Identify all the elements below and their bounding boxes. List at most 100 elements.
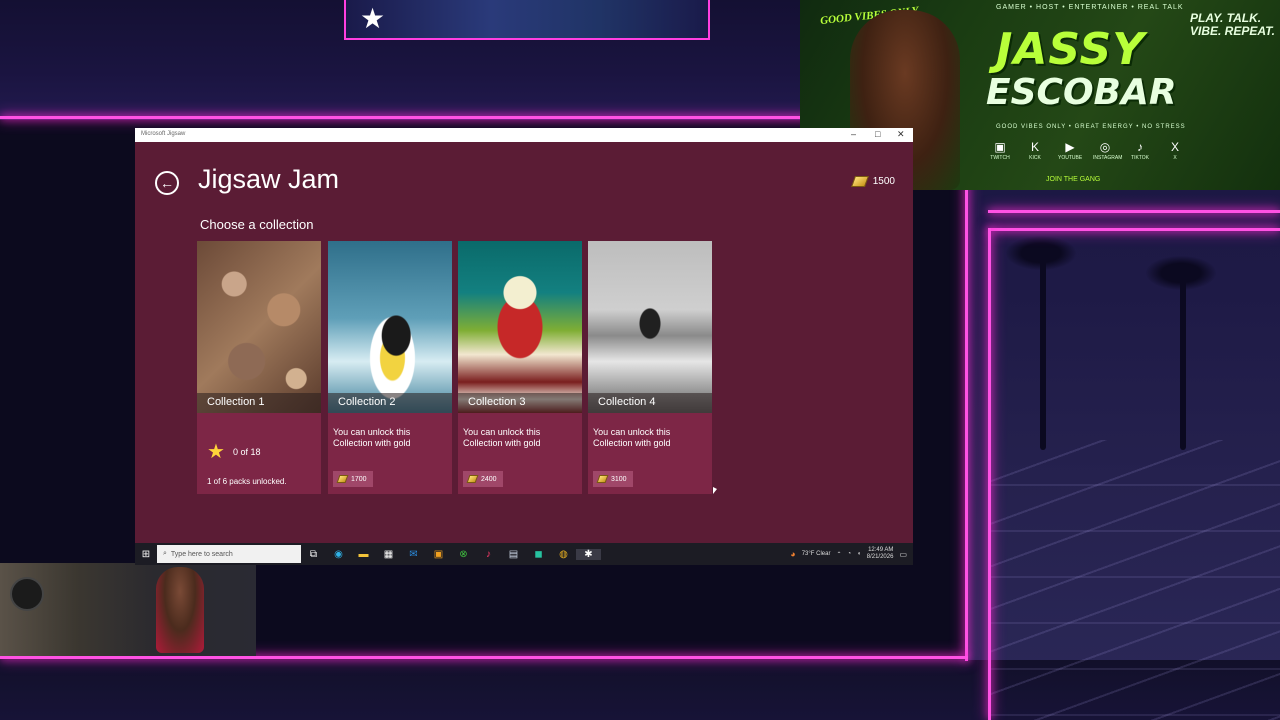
star-icon: ★ [207, 441, 225, 463]
page-subtitle: Choose a collection [200, 217, 314, 232]
collection-info: You can unlock this Collection with gold… [588, 413, 712, 494]
start-button[interactable]: ⊞ [135, 549, 157, 560]
edge-icon[interactable]: ◉ [326, 549, 351, 560]
maximize-button[interactable]: □ [875, 129, 880, 139]
collection-info: ★ 0 of 18 1 of 6 packs unlocked. [197, 413, 321, 494]
collection-card-1[interactable]: Collection 1 ★ 0 of 18 1 of 6 packs unlo… [197, 241, 321, 494]
taskbar: ⊞ ⌕ Type here to search ⧉ ◉ ▬ ▦ ✉ ▣ ⊗ ♪ … [135, 543, 913, 565]
time-text: 12:49 AM [868, 547, 894, 553]
unlock-text: You can unlock this Collection with gold [333, 427, 411, 448]
photos-icon[interactable]: ▤ [501, 549, 526, 560]
brand-band: GOOD VIBES ONLY • GREAT ENERGY • NO STRE… [996, 124, 1186, 130]
palm-tree-leaves [1006, 236, 1076, 270]
collection-card-3[interactable]: Collection 3 You can unlock this Collect… [458, 241, 582, 494]
unlock-price-button[interactable]: 3100 [593, 471, 633, 487]
collection-info: You can unlock this Collection with gold… [328, 413, 452, 494]
jigsaw-icon[interactable]: ✱ [576, 548, 601, 560]
brand-top-line: GAMER • HOST • ENTERTAINER • REAL TALK [996, 4, 1184, 11]
collection-image-dessert [458, 241, 582, 413]
palm-tree-trunk [1040, 250, 1046, 450]
brand-name-first: JASSY [996, 24, 1146, 75]
clock[interactable]: 12:49 AM 8/21/2026 [867, 547, 894, 561]
window-title: Microsoft Jigsaw [141, 131, 186, 137]
volume-icon[interactable]: ◖ [857, 551, 861, 557]
youtube-icon: ▶ YOUTUBE [1058, 140, 1083, 161]
top-overlay-panel: ★ [344, 0, 710, 40]
unlock-text: You can unlock this Collection with gold [463, 427, 541, 448]
app-window: Microsoft Jigsaw – □ ✕ ← Jigsaw Jam 1500… [135, 128, 913, 565]
search-icon: ⌕ [163, 550, 167, 557]
neon-side-top [988, 228, 1280, 231]
app-title: Jigsaw Jam [198, 164, 340, 194]
minimize-button[interactable]: – [851, 129, 856, 139]
collection-name: Collection 3 [468, 396, 526, 408]
chrome-icon[interactable]: ◍ [551, 549, 576, 560]
collection-card-4[interactable]: Collection 4 You can unlock this Collect… [588, 241, 712, 494]
webcam-feed [0, 563, 256, 656]
instagram-icon: ◎ INSTAGRAM [1093, 140, 1123, 161]
mail-icon[interactable]: ✉ [401, 549, 426, 560]
back-button[interactable]: ← [155, 171, 179, 195]
window-titlebar[interactable]: Microsoft Jigsaw – □ ✕ [135, 128, 913, 142]
collection-image-penguin [328, 241, 452, 413]
mouse-cursor-icon [713, 487, 717, 494]
palm-tree-trunk [1180, 270, 1186, 450]
gold-bar-icon [466, 475, 479, 483]
gold-bar-icon [336, 475, 349, 483]
system-tray: ◕ 73°F Clear ⌃ ◔ ◖ 12:49 AM 8/21/2026 ▭ [790, 543, 907, 565]
packs-unlocked-text: 1 of 6 packs unlocked. [207, 477, 287, 486]
chevron-up-icon[interactable]: ⌃ [836, 551, 841, 558]
gold-balance: 1500 [850, 176, 895, 187]
brand-slogan: PLAY. TALK. VIBE. REPEAT. [1190, 11, 1275, 38]
search-placeholder: Type here to search [170, 550, 233, 558]
collection-card-2[interactable]: Collection 2 You can unlock this Collect… [328, 241, 452, 494]
back-arrow-icon: ← [160, 175, 174, 191]
social-links: ▣ TWITCH K KICK ▶ YOUTUBE ◎ INSTAGRAM ♪ TIKTO… [988, 140, 1187, 161]
neon-grid-floor [990, 440, 1280, 720]
file-explorer-icon[interactable]: ▬ [351, 549, 376, 560]
palm-tree-leaves [1146, 256, 1216, 290]
xbox-icon[interactable]: ⊗ [451, 549, 476, 560]
neon-frame-right [965, 116, 968, 661]
neon-side-left [988, 228, 991, 720]
neon-brand-bottom [988, 210, 1280, 213]
notification-icon[interactable]: ▭ [899, 550, 907, 559]
brand-join-text: JOIN THE GANG [1046, 176, 1101, 183]
price-value: 3100 [611, 475, 627, 483]
x-icon: XX [1170, 140, 1179, 161]
tiktok-icon[interactable]: ♪ [476, 549, 501, 560]
collection-info: You can unlock this Collection with gold… [458, 413, 582, 494]
kick-icon: K KICK [1029, 140, 1041, 161]
collection-image-surfer [588, 241, 712, 413]
app-icon-green[interactable]: ◼ [526, 549, 551, 560]
collection-progress: ★ 0 of 18 [207, 439, 260, 464]
collection-name: Collection 4 [598, 396, 656, 408]
gold-bar-icon [850, 176, 869, 187]
price-value: 1700 [351, 475, 367, 483]
date-text: 8/21/2026 [866, 554, 894, 560]
star-icon: ★ [360, 3, 386, 34]
close-button[interactable]: ✕ [897, 129, 905, 140]
collection-image-seashells [197, 241, 321, 413]
gold-bar-icon [596, 475, 609, 483]
gold-amount: 1500 [872, 176, 895, 187]
streamer-image [156, 567, 204, 653]
tiktok-icon: ♪ TIKTOK [1131, 140, 1149, 161]
network-icon[interactable]: ◔ [847, 551, 851, 557]
taskbar-search-box[interactable]: ⌕ Type here to search [157, 545, 301, 563]
unlock-price-button[interactable]: 1700 [333, 471, 373, 487]
app-icon[interactable]: ▣ [426, 549, 451, 560]
store-icon[interactable]: ▦ [376, 549, 401, 560]
collection-name: Collection 1 [207, 396, 265, 408]
brand-name-last: ESCOBAR [986, 72, 1177, 113]
task-view-icon[interactable]: ⧉ [301, 549, 326, 560]
unlock-text: You can unlock this Collection with gold [593, 427, 671, 448]
twitch-icon: ▣ TWITCH [990, 140, 1010, 161]
collection-name: Collection 2 [338, 396, 396, 408]
unlock-price-button[interactable]: 2400 [463, 471, 503, 487]
progress-text: 0 of 18 [232, 446, 261, 457]
weather-icon: ◕ [790, 549, 796, 559]
price-value: 2400 [481, 475, 497, 483]
microphone-icon [10, 577, 44, 611]
weather-text[interactable]: 73°F Clear [802, 551, 831, 557]
